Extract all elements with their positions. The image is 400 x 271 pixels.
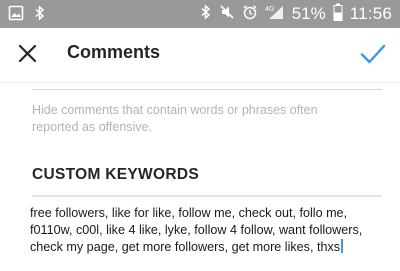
app-header: Comments bbox=[0, 28, 400, 82]
custom-keywords-value: free followers, like for like, follow me… bbox=[30, 206, 363, 254]
custom-keywords-input[interactable]: free followers, like for like, follow me… bbox=[30, 205, 386, 265]
alarm-icon bbox=[242, 4, 258, 25]
signal-icon: 4G bbox=[265, 4, 285, 25]
mute-icon bbox=[219, 4, 235, 25]
status-time: 11:56 bbox=[349, 4, 392, 23]
header-divider bbox=[0, 82, 400, 83]
close-button[interactable] bbox=[14, 40, 42, 68]
svg-text:4G: 4G bbox=[265, 6, 274, 13]
text-cursor bbox=[341, 239, 343, 253]
bluetooth-icon bbox=[200, 3, 212, 25]
hint-text: Hide comments that contain words or phra… bbox=[32, 103, 318, 134]
close-icon bbox=[18, 44, 37, 63]
checkmark-icon bbox=[360, 44, 386, 64]
bluetooth-icon bbox=[34, 5, 46, 26]
top-divider bbox=[32, 89, 382, 90]
image-icon bbox=[8, 5, 24, 26]
status-left-icons bbox=[8, 5, 46, 26]
page-title: Comments bbox=[67, 42, 161, 62]
confirm-button[interactable] bbox=[358, 39, 388, 69]
battery-percentage: 51% bbox=[291, 4, 326, 23]
heading-divider bbox=[32, 195, 382, 197]
custom-keywords-heading: CUSTOM KEYWORDS bbox=[32, 166, 199, 183]
battery-icon bbox=[333, 3, 343, 26]
status-right-icons: 4G 51% 11:56 bbox=[200, 0, 392, 28]
status-bar: 4G 51% 11:56 bbox=[0, 0, 400, 28]
